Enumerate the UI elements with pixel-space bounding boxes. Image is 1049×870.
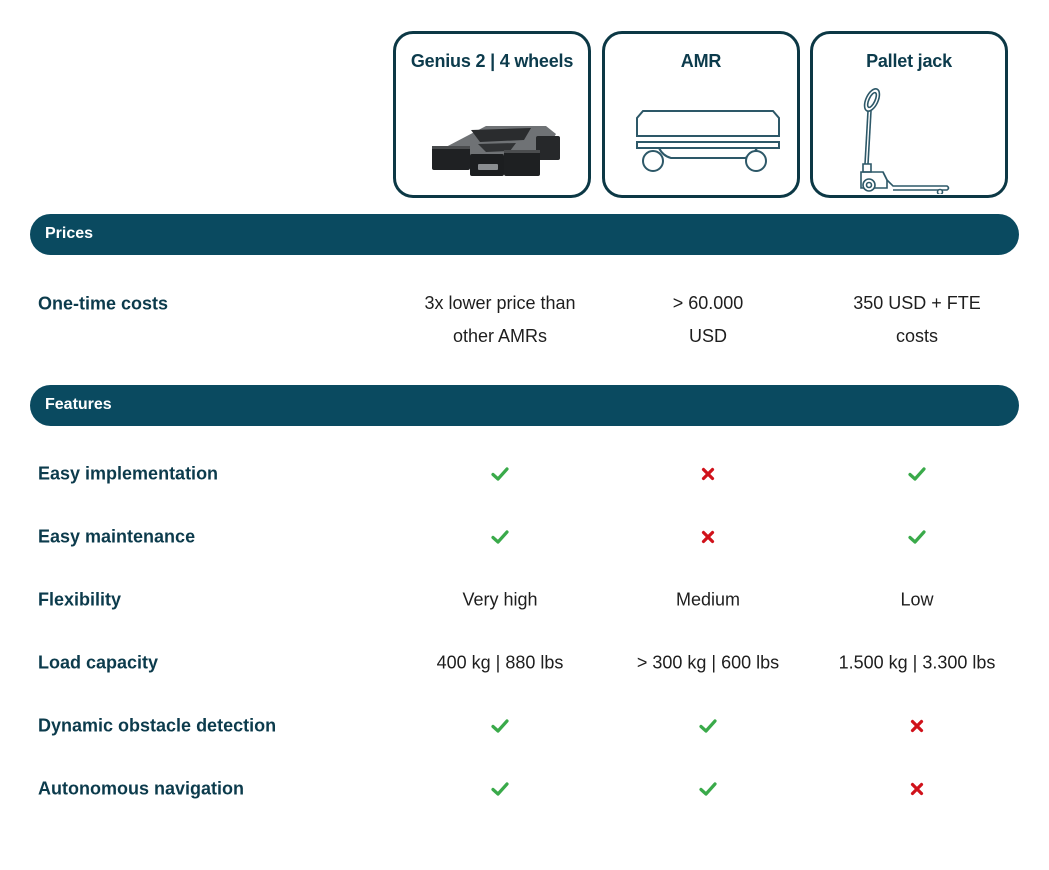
row-label: Easy implementation (38, 463, 219, 484)
row-label: Flexibility (38, 589, 122, 610)
row-label: Autonomous navigation (38, 778, 244, 799)
product-card-amr: AMR (602, 31, 800, 198)
product-title: Pallet jack (866, 51, 952, 71)
cell-amr: Medium (675, 589, 741, 610)
row-label: Easy maintenance (38, 526, 196, 547)
check-icon (490, 464, 510, 484)
product-title: Genius 2 | 4 wheels (410, 51, 574, 71)
amr-icon (636, 110, 780, 172)
check-icon (490, 527, 510, 547)
cell-line: USD (688, 326, 727, 346)
cross-icon (698, 464, 718, 484)
cell-amr: > 300 kg | 600 lbs (636, 652, 780, 673)
row-label: One-time costs (38, 293, 169, 314)
cross-icon (907, 716, 927, 736)
section-title: Prices (45, 225, 94, 242)
check-icon (490, 716, 510, 736)
check-icon (907, 527, 927, 547)
cross-icon (907, 779, 927, 799)
product-card-pallet-jack: Pallet jack (810, 31, 1008, 198)
row-label: Dynamic obstacle detection (38, 715, 277, 736)
check-icon (698, 779, 718, 799)
robot-image (432, 126, 560, 176)
cross-icon (698, 527, 718, 547)
check-icon (907, 464, 927, 484)
cell-pallet-jack: 1.500 kg | 3.300 lbs (838, 652, 996, 673)
pallet-jack-icon (860, 88, 950, 194)
cell-line: costs (895, 326, 938, 346)
cell-pallet-jack: Low (900, 589, 934, 610)
cell-line: 350 USD + FTE (853, 293, 981, 313)
product-card-genius: Genius 2 | 4 wheels (393, 31, 591, 198)
cell-genius: 3x lower price than other AMRs (400, 287, 600, 353)
section-title: Features (45, 396, 112, 413)
cell-line: other AMRs (452, 326, 548, 346)
row-label: Load capacity (38, 652, 159, 673)
check-icon (698, 716, 718, 736)
section-header-features: Features (30, 385, 1019, 426)
cell-line: > 60.000 (672, 293, 744, 313)
cell-pallet-jack: 350 USD + FTE costs (817, 287, 1017, 353)
cell-genius: 400 kg | 880 lbs (436, 652, 564, 673)
cell-genius: Very high (462, 589, 538, 610)
product-title: AMR (680, 51, 722, 71)
cell-line: 3x lower price than (424, 293, 576, 313)
check-icon (490, 779, 510, 799)
section-header-prices: Prices (30, 214, 1019, 255)
cell-amr: > 60.000 USD (608, 287, 808, 353)
